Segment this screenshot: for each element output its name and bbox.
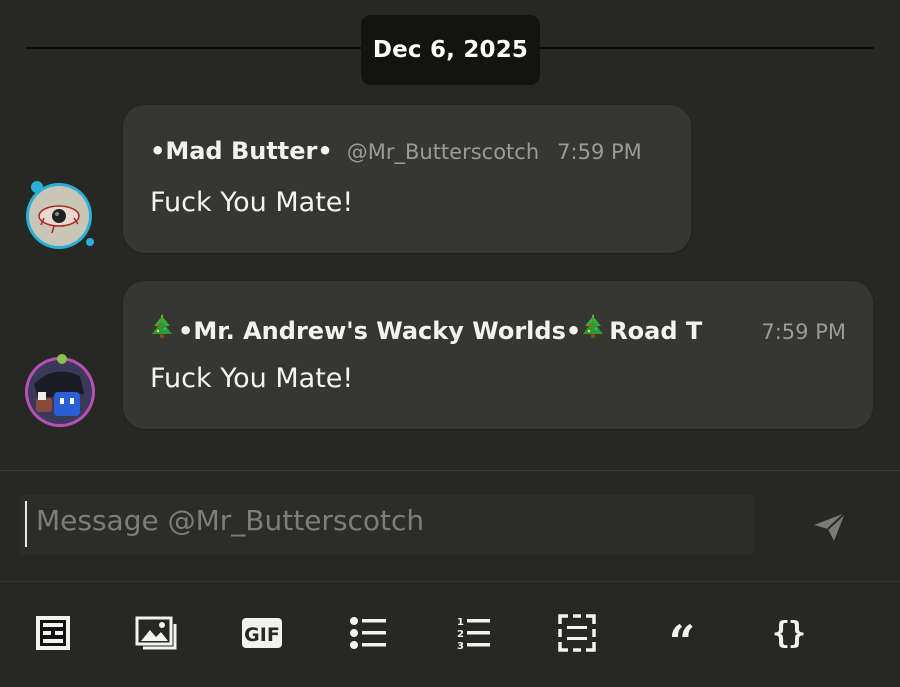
text-caret [25, 501, 27, 547]
avatar[interactable] [24, 354, 95, 427]
send-icon [814, 512, 846, 541]
bullet-list-button[interactable] [343, 610, 393, 656]
christmas-tree-icon [583, 314, 604, 338]
message-header: •Mad Butter• @Mr_Butterscotch 7:59 PM [150, 137, 667, 169]
code-icon: {} [771, 615, 806, 651]
spoiler-icon [558, 614, 596, 652]
send-button[interactable] [808, 505, 852, 549]
display-name-suffix: Road T [609, 317, 703, 345]
message-bubble[interactable]: •Mad Butter• @Mr_Butterscotch 7:59 PM Fu… [123, 105, 691, 253]
spoiler-button[interactable] [552, 610, 602, 656]
formatting-toolbar: GIF 1 2 3 “ [0, 582, 900, 687]
code-button[interactable]: {} [763, 610, 813, 656]
numbered-list-icon: 1 2 3 [457, 617, 490, 651]
character-avatar-icon [25, 354, 95, 427]
message-timestamp: 7:59 PM [557, 140, 642, 164]
message-timestamp: 7:59 PM [761, 320, 846, 344]
message-text: Fuck You Mate! [150, 363, 354, 394]
formatting-icon [36, 616, 70, 650]
message-bubble[interactable]: •Mr. Andrew's Wacky Worlds• Road T 7:59 … [123, 281, 873, 429]
eye-avatar-icon [26, 181, 94, 249]
quote-button[interactable]: “ [657, 610, 707, 656]
display-name-wrap[interactable]: •Mr. Andrew's Wacky Worlds• Road T [150, 313, 744, 345]
gif-label: GIF [244, 624, 280, 646]
svg-text:3: 3 [457, 641, 464, 651]
gif-icon: GIF [242, 618, 282, 648]
quote-icon: “ [669, 620, 695, 646]
christmas-tree-icon [152, 314, 172, 338]
image-icon [135, 616, 177, 650]
svg-text:1: 1 [457, 617, 464, 628]
message-text: Fuck You Mate! [150, 187, 354, 218]
date-divider: Dec 6, 2025 [361, 15, 540, 85]
avatar[interactable] [24, 180, 94, 250]
username-handle[interactable]: @Mr_Butterscotch [347, 140, 539, 164]
display-name[interactable]: •Mad Butter• [150, 137, 333, 165]
bullet-list-icon [350, 617, 386, 649]
message-header: •Mr. Andrew's Wacky Worlds• Road T 7:59 … [150, 313, 846, 345]
display-name: •Mr. Andrew's Wacky Worlds• [178, 317, 582, 345]
image-button[interactable] [132, 610, 182, 656]
numbered-list-button[interactable]: 1 2 3 [447, 610, 497, 656]
message-input-placeholder[interactable]: Message @Mr_Butterscotch [36, 504, 424, 537]
gif-button[interactable]: GIF [237, 610, 287, 656]
svg-text:2: 2 [457, 629, 464, 640]
quote-glyph: “ [669, 620, 695, 646]
formatting-button[interactable] [28, 610, 78, 656]
